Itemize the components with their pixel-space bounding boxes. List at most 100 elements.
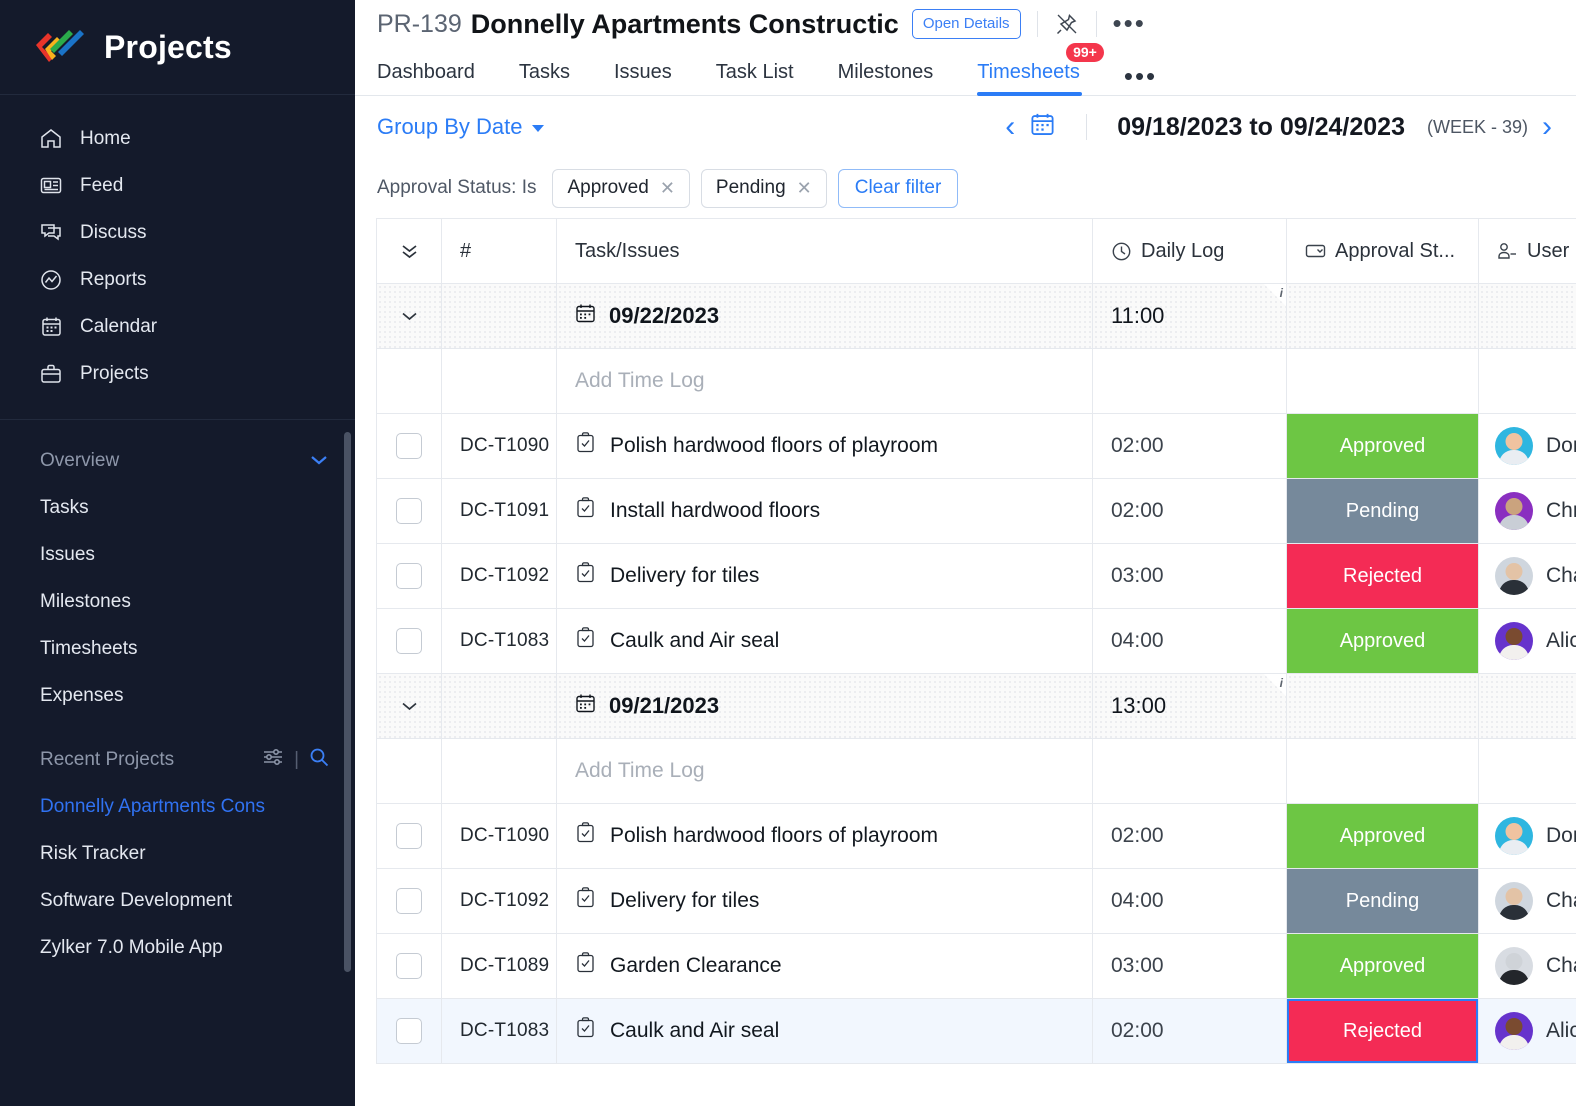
row-user-cell[interactable]: Chr [1478,478,1576,544]
row-approval-cell[interactable]: Approved [1286,803,1479,869]
add-time-log-row[interactable]: Add Time Log [376,348,1576,414]
sidebar-item-tasks[interactable]: Tasks [0,484,355,531]
tab-milestones[interactable]: Milestones [838,61,934,95]
column-header-task-issues[interactable]: Task/Issues [556,218,1093,284]
row-log-cell[interactable]: 02:00 [1092,413,1287,479]
sidebar-item-issues[interactable]: Issues [0,531,355,578]
row-user-cell[interactable]: Cha [1478,868,1576,934]
row-log-cell[interactable]: 03:00 [1092,933,1287,999]
row-checkbox[interactable] [396,1018,422,1044]
tab-dashboard[interactable]: Dashboard [377,61,475,95]
sidebar-project-donnelly[interactable]: Donnelly Apartments Cons [0,783,355,830]
row-task-cell[interactable]: Polish hardwood floors of playroom [556,413,1093,479]
sidebar-brand[interactable]: Projects [0,0,355,95]
row-task-cell[interactable]: Garden Clearance [556,933,1093,999]
sidebar-item-reports[interactable]: Reports [0,256,355,303]
row-user-cell[interactable]: Cha [1478,543,1576,609]
column-header-number[interactable]: # [441,218,557,284]
column-header-daily-log[interactable]: Daily Log [1092,218,1287,284]
row-task-cell[interactable]: Caulk and Air seal [556,608,1093,674]
row-user-cell[interactable]: Alic [1478,608,1576,674]
tab-task-list[interactable]: Task List [716,61,794,95]
table-row[interactable]: DC-T1089 Garden Clearance 03:00 Approved… [376,933,1576,999]
row-checkbox-cell[interactable] [376,933,442,999]
add-time-log-cell[interactable]: Add Time Log [556,348,1093,414]
group-by-dropdown[interactable]: Group By Date [377,114,544,140]
row-checkbox[interactable] [396,498,422,524]
sidebar-project-software-development[interactable]: Software Development [0,877,355,924]
sidebar-overview-header[interactable]: Overview [0,438,355,484]
table-row[interactable]: DC-T1090 Polish hardwood floors of playr… [376,803,1576,869]
column-header-expand[interactable] [376,218,442,284]
sidebar-item-calendar[interactable]: Calendar [0,303,355,350]
row-checkbox-cell[interactable] [376,543,442,609]
row-log-cell[interactable]: 03:00 [1092,543,1287,609]
group-header-row[interactable]: 09/21/2023 i 13:00 [376,673,1576,739]
row-log-cell[interactable]: 02:00 [1092,998,1287,1064]
row-checkbox[interactable] [396,823,422,849]
row-approval-cell[interactable]: Pending [1286,478,1479,544]
row-log-cell[interactable]: 04:00 [1092,608,1287,674]
row-user-cell[interactable]: Cha [1478,933,1576,999]
sidebar-project-zylker-mobile-app[interactable]: Zylker 7.0 Mobile App [0,924,355,971]
row-user-cell[interactable]: Don [1478,803,1576,869]
collapse-all-icon[interactable] [400,243,419,260]
column-header-user[interactable]: User [1478,218,1576,284]
clear-filter-button[interactable]: Clear filter [837,168,959,208]
row-approval-cell[interactable]: Approved [1286,933,1479,999]
row-approval-cell[interactable]: Rejected [1286,998,1479,1064]
row-user-cell[interactable]: Alic [1478,998,1576,1064]
sidebar-scrollbar[interactable] [344,432,351,972]
group-expand-toggle[interactable] [376,283,442,349]
filter-chip-pending[interactable]: Pending ✕ [700,168,827,208]
close-icon[interactable]: ✕ [660,178,675,199]
row-task-cell[interactable]: Caulk and Air seal [556,998,1093,1064]
table-row[interactable]: DC-T1083 Caulk and Ai [376,998,1576,1064]
table-row[interactable]: DC-T1091 Install hardwood floors 02:00 P… [376,478,1576,544]
row-checkbox-cell[interactable] [376,868,442,934]
chevron-down-icon[interactable] [309,450,329,472]
chevron-down-icon[interactable] [400,695,419,718]
group-header-row[interactable]: 09/22/2023 i 11:00 [376,283,1576,349]
close-icon[interactable]: ✕ [797,178,812,199]
row-checkbox-cell[interactable] [376,998,442,1064]
sidebar-item-projects[interactable]: Projects [0,350,355,397]
search-icon[interactable] [309,747,329,773]
sidebar-project-risk-tracker[interactable]: Risk Tracker [0,830,355,877]
add-time-log-placeholder[interactable]: Add Time Log [557,759,1092,783]
row-log-cell[interactable]: 02:00 [1092,478,1287,544]
row-checkbox-cell[interactable] [376,608,442,674]
more-options-icon[interactable]: ••• [1113,11,1146,36]
row-log-cell[interactable]: 02:00 [1092,803,1287,869]
sidebar-item-home[interactable]: Home [0,115,355,162]
row-checkbox[interactable] [396,563,422,589]
filter-chip-approved[interactable]: Approved ✕ [552,168,690,208]
chevron-right-icon[interactable]: › [1542,112,1552,142]
sidebar-item-milestones[interactable]: Milestones [0,578,355,625]
table-row[interactable]: DC-T1090 Polish hardwood floors of playr… [376,413,1576,479]
calendar-picker-icon[interactable] [1029,111,1056,143]
chevron-left-icon[interactable]: ‹ [1005,112,1015,142]
row-user-cell[interactable]: Don [1478,413,1576,479]
row-checkbox[interactable] [396,953,422,979]
row-checkbox-cell[interactable] [376,478,442,544]
add-time-log-row[interactable]: Add Time Log [376,738,1576,804]
row-approval-cell[interactable]: Rejected [1286,543,1479,609]
row-approval-cell[interactable]: Approved [1286,608,1479,674]
row-task-cell[interactable]: Delivery for tiles [556,868,1093,934]
row-task-cell[interactable]: Delivery for tiles [556,543,1093,609]
row-approval-cell[interactable]: Approved [1286,413,1479,479]
unpin-icon[interactable] [1054,11,1080,37]
tab-issues[interactable]: Issues [614,61,672,95]
group-expand-toggle[interactable] [376,673,442,739]
row-checkbox-cell[interactable] [376,413,442,479]
row-checkbox-cell[interactable] [376,803,442,869]
row-task-cell[interactable]: Polish hardwood floors of playroom [556,803,1093,869]
tab-tasks[interactable]: Tasks [519,61,570,95]
sidebar-item-discuss[interactable]: Discuss [0,209,355,256]
table-row[interactable]: DC-T1092 Delivery for [376,868,1576,934]
row-checkbox[interactable] [396,888,422,914]
row-log-cell[interactable]: 04:00 [1092,868,1287,934]
table-row[interactable]: DC-T1083 Caulk and Ai [376,608,1576,674]
table-row[interactable]: DC-T1092 Delivery for [376,543,1576,609]
